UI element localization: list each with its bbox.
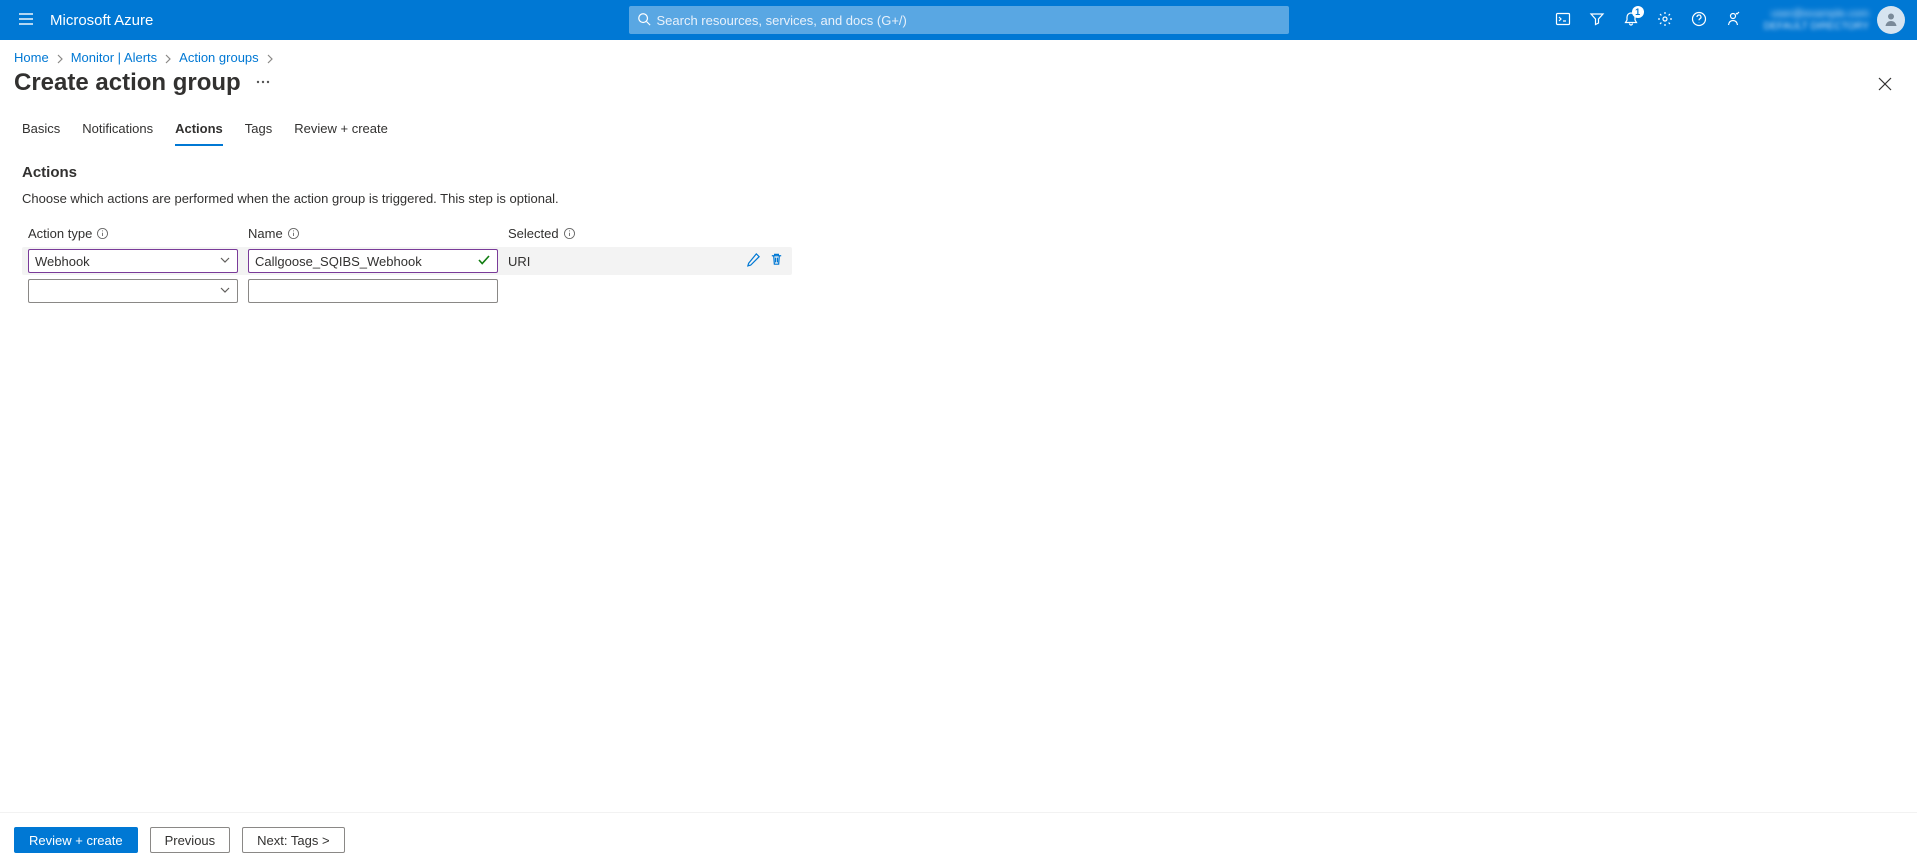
filter-icon: [1589, 11, 1605, 30]
search-box[interactable]: [629, 6, 1289, 34]
check-icon: [477, 253, 491, 270]
action-name-input[interactable]: [248, 279, 498, 303]
search-wrap: [629, 6, 1289, 34]
column-header-name: Name: [248, 226, 498, 241]
selected-cell: URI: [508, 252, 786, 270]
form-body: Actions Choose which actions are perform…: [0, 146, 1917, 321]
tabs: Basics Notifications Actions Tags Review…: [0, 103, 1917, 146]
edit-button[interactable]: [746, 252, 761, 270]
actions-table-header: Action type Name Selected: [22, 226, 792, 241]
search-input[interactable]: [657, 13, 1281, 28]
search-icon: [637, 12, 651, 29]
help-button[interactable]: [1682, 0, 1716, 40]
menu-button[interactable]: [6, 0, 46, 40]
title-row: Create action group: [0, 69, 1917, 103]
tab-review-create[interactable]: Review + create: [294, 121, 388, 146]
action-type-select[interactable]: [28, 279, 238, 303]
chevron-down-icon: [219, 284, 231, 299]
brand-label[interactable]: Microsoft Azure: [46, 12, 173, 29]
column-header-action-type: Action type: [28, 226, 238, 241]
tab-tags[interactable]: Tags: [245, 121, 272, 146]
chevron-right-icon: [265, 50, 275, 65]
close-button[interactable]: [1869, 69, 1901, 101]
cloud-shell-button[interactable]: [1546, 0, 1580, 40]
account-menu[interactable]: user@example.com DEFAULT DIRECTORY: [1750, 6, 1911, 34]
tab-notifications[interactable]: Notifications: [82, 121, 153, 146]
avatar: [1877, 6, 1905, 34]
notification-badge: 1: [1632, 6, 1644, 18]
person-icon: [1883, 11, 1899, 30]
next-button[interactable]: Next: Tags >: [242, 827, 344, 853]
section-title: Actions: [22, 164, 1895, 181]
menu-icon: [18, 11, 34, 30]
breadcrumb-action-groups[interactable]: Action groups: [179, 50, 259, 65]
cloud-shell-icon: [1555, 11, 1571, 30]
settings-button[interactable]: [1648, 0, 1682, 40]
previous-button[interactable]: Previous: [150, 827, 231, 853]
pencil-icon: [746, 255, 761, 270]
column-label: Selected: [508, 226, 559, 241]
tab-actions[interactable]: Actions: [175, 121, 223, 146]
notifications-button[interactable]: 1: [1614, 0, 1648, 40]
action-name-input[interactable]: Callgoose_SQIBS_Webhook: [248, 249, 498, 273]
select-value: Webhook: [35, 254, 90, 269]
info-icon[interactable]: [96, 227, 109, 240]
directories-button[interactable]: [1580, 0, 1614, 40]
actions-table: Action type Name Selected Webho: [22, 226, 792, 303]
input-value: Callgoose_SQIBS_Webhook: [255, 254, 422, 269]
action-type-select[interactable]: Webhook: [28, 249, 238, 273]
close-icon: [1878, 77, 1892, 94]
chevron-right-icon: [55, 50, 65, 65]
section-description: Choose which actions are performed when …: [22, 191, 1895, 206]
breadcrumb-home[interactable]: Home: [14, 50, 49, 65]
table-row: Webhook Callgoose_SQIBS_Webhook URI: [22, 247, 792, 275]
trash-icon: [769, 255, 784, 270]
gear-icon: [1657, 11, 1673, 30]
column-header-selected: Selected: [508, 226, 792, 241]
column-label: Name: [248, 226, 283, 241]
account-email: user@example.com: [1764, 8, 1869, 20]
tab-basics[interactable]: Basics: [22, 121, 60, 146]
help-icon: [1691, 11, 1707, 30]
chevron-right-icon: [163, 50, 173, 65]
selected-value: URI: [508, 254, 530, 269]
page-title: Create action group: [14, 69, 241, 97]
feedback-button[interactable]: [1716, 0, 1750, 40]
topbar-right: 1: [1546, 0, 1911, 40]
info-icon[interactable]: [287, 227, 300, 240]
footer-bar: Review + create Previous Next: Tags >: [0, 812, 1917, 867]
review-create-button[interactable]: Review + create: [14, 827, 138, 853]
account-directory: DEFAULT DIRECTORY: [1764, 21, 1869, 32]
delete-button[interactable]: [769, 252, 784, 270]
breadcrumb-monitor-alerts[interactable]: Monitor | Alerts: [71, 50, 157, 65]
topbar: Microsoft Azure: [0, 0, 1917, 40]
column-label: Action type: [28, 226, 92, 241]
account-text: user@example.com DEFAULT DIRECTORY: [1764, 8, 1869, 31]
table-row: [22, 275, 792, 303]
chevron-down-icon: [219, 254, 231, 269]
more-button[interactable]: [255, 74, 271, 93]
breadcrumb: Home Monitor | Alerts Action groups: [0, 40, 1917, 69]
feedback-icon: [1725, 11, 1741, 30]
info-icon[interactable]: [563, 227, 576, 240]
more-icon: [255, 78, 271, 93]
